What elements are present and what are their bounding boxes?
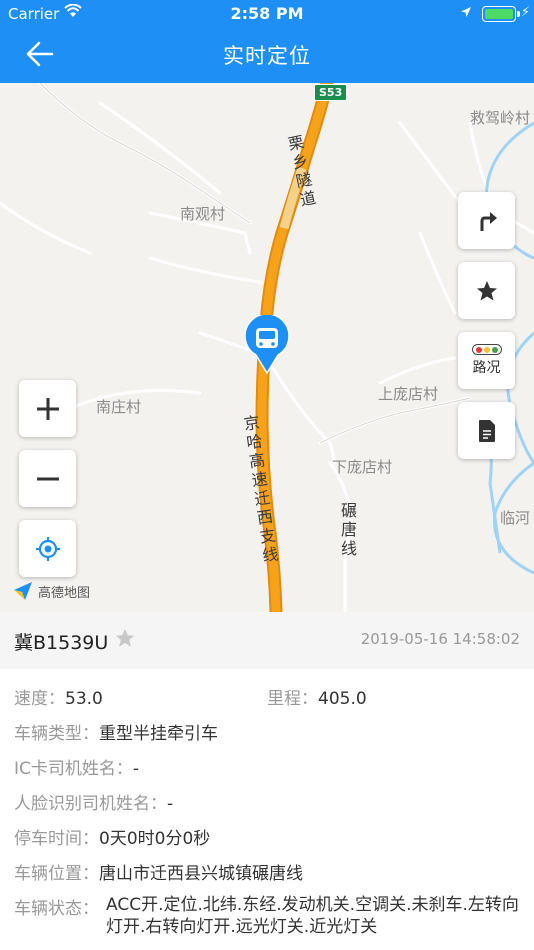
traffic-light-icon <box>471 344 502 355</box>
mileage-value: 405.0 <box>318 689 367 709</box>
map-label-xiapang: 下庞店村 <box>332 458 393 476</box>
locate-button[interactable] <box>19 520 76 577</box>
status-label: 车辆状态： <box>14 899 99 919</box>
park-time-row: 停车时间：0天0时0分0秒 <box>14 824 210 849</box>
traffic-button[interactable]: 路况 <box>458 332 515 389</box>
zoom-in-button[interactable] <box>19 380 76 437</box>
map-view[interactable]: S53 救驾岭村 南观村 南庄村 上庞店村 下庞店村 临河 栗乡隧道 京哈高速迁… <box>0 83 534 612</box>
charging-icon: ⚡ <box>521 5 531 20</box>
location-services-icon <box>461 7 471 17</box>
minus-icon <box>36 477 59 480</box>
type-value: 重型半挂牵引车 <box>99 724 218 744</box>
details-button[interactable] <box>458 402 515 459</box>
map-label-jiujialing: 救驾岭村 <box>470 109 531 127</box>
road-label-niantang: 碾唐线 <box>340 501 357 558</box>
vehicle-header: 冀B1539U 2019-05-16 14:58:02 <box>0 612 534 669</box>
map-label-nanzhuang: 南庄村 <box>96 398 142 416</box>
bus-location-marker-icon[interactable] <box>243 315 291 375</box>
battery-tip <box>517 11 520 17</box>
face-driver-row: 人脸识别司机姓名：- <box>14 789 173 814</box>
location-label: 车辆位置： <box>14 864 99 884</box>
speed-label: 速度： <box>14 689 65 709</box>
mileage-label: 里程： <box>267 689 318 709</box>
vehicle-details: 速度：53.0 里程：405.0 车辆类型：重型半挂牵引车 IC卡司机姓名：- … <box>0 669 534 950</box>
traffic-label: 路况 <box>472 360 501 376</box>
type-label: 车辆类型： <box>14 724 99 744</box>
map-label-linhe: 临河 <box>500 509 531 527</box>
battery-fill <box>485 9 513 19</box>
favorite-button[interactable] <box>458 262 515 319</box>
turn-right-icon <box>480 211 497 231</box>
plate-number: 冀B1539U <box>14 632 109 654</box>
route-button[interactable] <box>458 192 515 249</box>
speed-value: 53.0 <box>65 689 103 709</box>
amap-logo-text: 高德地图 <box>38 585 91 601</box>
plus-icon <box>36 397 59 420</box>
type-row: 车辆类型：重型半挂牵引车 <box>14 719 218 744</box>
amap-logo: 高德地图 <box>12 580 90 602</box>
park-time-value: 0天0时0分0秒 <box>99 829 211 849</box>
crosshair-icon <box>35 536 60 561</box>
ic-driver-value: - <box>132 759 140 779</box>
map-label-nanguan: 南观村 <box>180 205 226 223</box>
battery-icon <box>482 6 516 22</box>
face-driver-label: 人脸识别司机姓名： <box>14 794 167 814</box>
location-row: 车辆位置：唐山市迁西县兴城镇碾唐线 <box>14 859 303 884</box>
face-driver-value: - <box>167 794 174 814</box>
amap-logo-icon <box>14 582 32 600</box>
park-time-label: 停车时间： <box>14 829 99 849</box>
update-timestamp: 2019-05-16 14:58:02 <box>360 630 520 648</box>
location-value: 唐山市迁西县兴城镇碾唐线 <box>99 864 303 884</box>
ic-driver-label: IC卡司机姓名： <box>14 759 133 779</box>
document-icon <box>478 419 495 442</box>
favorite-star-icon[interactable] <box>114 627 136 649</box>
nav-header: Carrier 2:58 PM ⚡ 实时定位 <box>0 0 534 83</box>
status-bar: Carrier 2:58 PM ⚡ <box>0 0 534 28</box>
map-label-shangpang: 上庞店村 <box>378 385 439 403</box>
zoom-out-button[interactable] <box>19 450 76 507</box>
status-time: 2:58 PM <box>230 4 304 23</box>
star-icon <box>476 280 497 300</box>
status-value: ACC开.定位.北纬.东经.发动机关.空调关.未刹车.左转向灯开.右转向灯开.远… <box>106 895 519 937</box>
status-label-row: 车辆状态： <box>14 894 99 919</box>
speed-row: 速度：53.0 <box>14 684 103 709</box>
page-title: 实时定位 <box>223 44 311 68</box>
ic-driver-row: IC卡司机姓名：- <box>14 754 139 779</box>
mileage-row: 里程：405.0 <box>267 684 367 709</box>
highway-shield: S53 <box>314 84 348 101</box>
